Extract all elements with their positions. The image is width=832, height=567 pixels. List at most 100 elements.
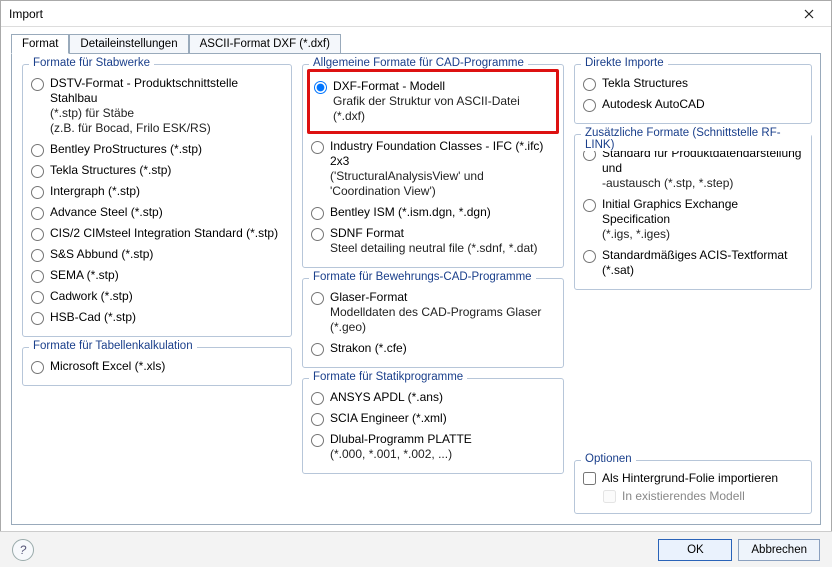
ok-button[interactable]: OK — [658, 539, 732, 561]
radio-advance-steel[interactable]: Advance Steel (*.stp) — [31, 202, 283, 223]
radio-dxf-input[interactable] — [314, 81, 327, 94]
radio-excel[interactable]: Microsoft Excel (*.xls) — [31, 356, 283, 377]
radio-tekla-direct-input[interactable] — [583, 78, 596, 91]
radio-sdnf[interactable]: SDNF Format Steel detailing neutral file… — [311, 223, 555, 259]
group-cad: Allgemeine Formate für CAD-Programme DXF… — [302, 64, 564, 268]
radio-hsb-cad[interactable]: HSB-Cad (*.stp) — [31, 307, 283, 328]
help-button[interactable]: ? — [12, 539, 34, 561]
radio-advance-steel-input[interactable] — [31, 207, 44, 220]
titlebar: Import — [1, 1, 831, 27]
radio-glaser[interactable]: Glaser-Format Modelldaten des CAD-Progra… — [311, 287, 555, 338]
radio-intergraph-label: Intergraph (*.stp) — [50, 184, 140, 199]
radio-cis2-input[interactable] — [31, 228, 44, 241]
radio-acis-input[interactable] — [583, 250, 596, 263]
radio-bentley-pro[interactable]: Bentley ProStructures (*.stp) — [31, 139, 283, 160]
radio-excel-input[interactable] — [31, 361, 44, 374]
radio-tekla-direct[interactable]: Tekla Structures — [583, 73, 803, 94]
tab-ascii-dxf[interactable]: ASCII-Format DXF (*.dxf) — [189, 34, 341, 54]
radio-iges-input[interactable] — [583, 199, 596, 212]
group-title-bewehrung: Formate für Bewehrungs-CAD-Programme — [309, 271, 536, 283]
radio-sema-input[interactable] — [31, 270, 44, 283]
radio-acis-label: Standardmäßiges ACIS-Textformat (*.sat) — [602, 248, 803, 278]
check-existierendes-label: In existierendes Modell — [622, 489, 745, 503]
group-direkte-importe: Direkte Importe Tekla Structures Autodes… — [574, 64, 812, 124]
radio-acis[interactable]: Standardmäßiges ACIS-Textformat (*.sat) — [583, 245, 803, 281]
radio-strakon-input[interactable] — [311, 343, 324, 356]
radio-hsb-cad-input[interactable] — [31, 312, 44, 325]
radio-sema-label: SEMA (*.stp) — [50, 268, 119, 283]
radio-excel-label: Microsoft Excel (*.xls) — [50, 359, 165, 374]
help-icon: ? — [20, 543, 27, 557]
radio-advance-steel-label: Advance Steel (*.stp) — [50, 205, 163, 220]
radio-ansys-input[interactable] — [311, 392, 324, 405]
radio-cis2[interactable]: CIS/2 CIMsteel Integration Standard (*.s… — [31, 223, 283, 244]
check-existierendes-modell: In existierendes Modell — [603, 487, 803, 505]
radio-bentley-ism[interactable]: Bentley ISM (*.ism.dgn, *.dgn) — [311, 202, 555, 223]
radio-dxf[interactable]: DXF-Format - Modell Grafik der Struktur … — [314, 76, 552, 127]
radio-cadwork-input[interactable] — [31, 291, 44, 304]
radio-ss-abbund-input[interactable] — [31, 249, 44, 262]
check-hintergrund-input[interactable] — [583, 472, 596, 485]
radio-sema[interactable]: SEMA (*.stp) — [31, 265, 283, 286]
radio-intergraph-input[interactable] — [31, 186, 44, 199]
group-rflink: Zusätzliche Formate (Schnittstelle RF-LI… — [574, 134, 812, 290]
check-hintergrund-label: Als Hintergrund-Folie importieren — [602, 471, 778, 485]
radio-scia-label: SCIA Engineer (*.xml) — [330, 411, 447, 426]
radio-glaser-label: Glaser-Format Modelldaten des CAD-Progra… — [330, 290, 555, 335]
radio-ss-abbund[interactable]: S&S Abbund (*.stp) — [31, 244, 283, 265]
radio-tekla-stp-input[interactable] — [31, 165, 44, 178]
radio-scia-input[interactable] — [311, 413, 324, 426]
radio-bentley-pro-label: Bentley ProStructures (*.stp) — [50, 142, 202, 157]
group-title-stabwerke: Formate für Stabwerke — [29, 57, 154, 69]
radio-iges[interactable]: Initial Graphics Exchange Specification … — [583, 194, 803, 245]
radio-ansys[interactable]: ANSYS APDL (*.ans) — [311, 387, 555, 408]
radio-tekla-stp-label: Tekla Structures (*.stp) — [50, 163, 171, 178]
group-title-optionen: Optionen — [581, 453, 636, 465]
radio-iges-label: Initial Graphics Exchange Specification … — [602, 197, 803, 242]
tab-panel-format: Formate für Stabwerke DSTV-Format - Prod… — [11, 53, 821, 525]
radio-sdnf-label: SDNF Format Steel detailing neutral file… — [330, 226, 537, 256]
group-tabellenkalkulation: Formate für Tabellenkalkulation Microsof… — [22, 347, 292, 386]
radio-platte[interactable]: Dlubal-Programm PLATTE (*.000, *.001, *.… — [311, 429, 555, 465]
radio-scia[interactable]: SCIA Engineer (*.xml) — [311, 408, 555, 429]
radio-ansys-label: ANSYS APDL (*.ans) — [330, 390, 443, 405]
radio-tekla-stp[interactable]: Tekla Structures (*.stp) — [31, 160, 283, 181]
radio-step-label: Standard für Produktdatendarstellung und… — [602, 146, 803, 191]
highlight-dxf: DXF-Format - Modell Grafik der Struktur … — [307, 69, 559, 134]
group-title-tabellen: Formate für Tabellenkalkulation — [29, 340, 197, 352]
radio-bentley-pro-input[interactable] — [31, 144, 44, 157]
radio-strakon-label: Strakon (*.cfe) — [330, 341, 407, 356]
radio-ifc-input[interactable] — [311, 141, 324, 154]
radio-strakon[interactable]: Strakon (*.cfe) — [311, 338, 555, 359]
radio-dstv-input[interactable] — [31, 78, 44, 91]
radio-autocad-direct-input[interactable] — [583, 99, 596, 112]
radio-cis2-label: CIS/2 CIMsteel Integration Standard (*.s… — [50, 226, 278, 241]
radio-cadwork[interactable]: Cadwork (*.stp) — [31, 286, 283, 307]
cancel-button[interactable]: Abbrechen — [738, 539, 820, 561]
radio-bentley-ism-label: Bentley ISM (*.ism.dgn, *.dgn) — [330, 205, 491, 220]
group-statik: Formate für Statikprogramme ANSYS APDL (… — [302, 378, 564, 474]
radio-platte-label: Dlubal-Programm PLATTE (*.000, *.001, *.… — [330, 432, 472, 462]
group-title-direkt: Direkte Importe — [581, 57, 668, 69]
radio-intergraph[interactable]: Intergraph (*.stp) — [31, 181, 283, 202]
group-bewehrung: Formate für Bewehrungs-CAD-Programme Gla… — [302, 278, 564, 368]
radio-dxf-label: DXF-Format - Modell Grafik der Struktur … — [333, 79, 552, 124]
tab-strip: Format Detaileinstellungen ASCII-Format … — [1, 27, 831, 53]
radio-cadwork-label: Cadwork (*.stp) — [50, 289, 133, 304]
radio-tekla-direct-label: Tekla Structures — [602, 76, 688, 91]
radio-bentley-ism-input[interactable] — [311, 207, 324, 220]
radio-dstv[interactable]: DSTV-Format - Produktschnittstelle Stahl… — [31, 73, 283, 139]
radio-sdnf-input[interactable] — [311, 228, 324, 241]
tab-detaileinstellungen[interactable]: Detaileinstellungen — [69, 34, 188, 54]
close-button[interactable] — [793, 4, 825, 24]
radio-platte-input[interactable] — [311, 434, 324, 447]
radio-ifc[interactable]: Industry Foundation Classes - IFC (*.ifc… — [311, 136, 555, 202]
window-title: Import — [9, 7, 43, 21]
check-existierendes-input — [603, 490, 616, 503]
radio-ifc-label: Industry Foundation Classes - IFC (*.ifc… — [330, 139, 555, 199]
radio-autocad-direct[interactable]: Autodesk AutoCAD — [583, 94, 803, 115]
tab-format[interactable]: Format — [11, 34, 69, 54]
radio-autocad-direct-label: Autodesk AutoCAD — [602, 97, 705, 112]
radio-glaser-input[interactable] — [311, 292, 324, 305]
check-hintergrund[interactable]: Als Hintergrund-Folie importieren — [583, 469, 803, 487]
